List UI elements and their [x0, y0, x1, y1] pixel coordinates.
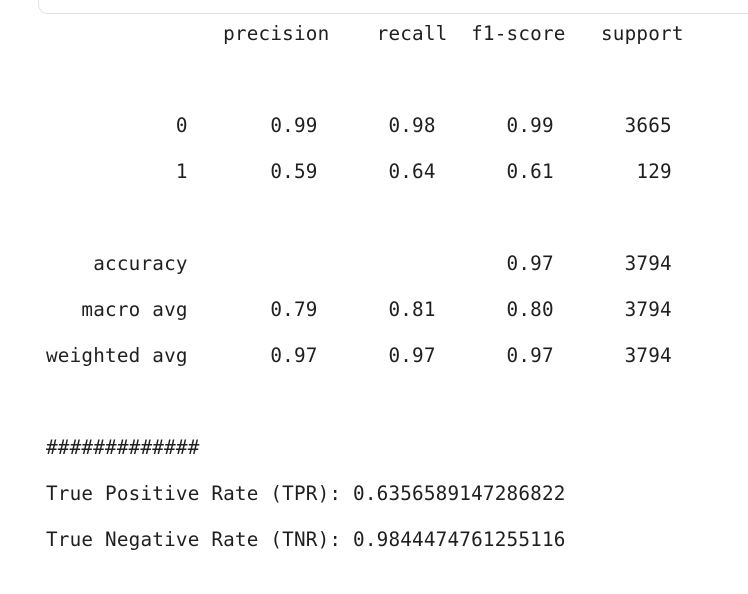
- tnr-line: True Negative Rate (TNR): 0.984447476125…: [46, 528, 566, 551]
- separator-line: #############: [46, 436, 200, 459]
- report-row-accuracy: accuracy 0.97 3794: [46, 252, 672, 275]
- report-row-macro-avg: macro avg 0.79 0.81 0.80 3794: [46, 298, 672, 321]
- report-header-row: precision recall f1-score support: [46, 22, 684, 45]
- report-row-weighted-avg: weighted avg 0.97 0.97 0.97 3794: [46, 344, 672, 367]
- report-row-class-1: 1 0.59 0.64 0.61 129: [46, 160, 672, 183]
- cell-output: precision recall f1-score support 0 0.99…: [0, 0, 748, 594]
- report-row-class-0: 0 0.99 0.98 0.99 3665: [46, 114, 672, 137]
- tpr-line: True Positive Rate (TPR): 0.635658914728…: [46, 482, 566, 505]
